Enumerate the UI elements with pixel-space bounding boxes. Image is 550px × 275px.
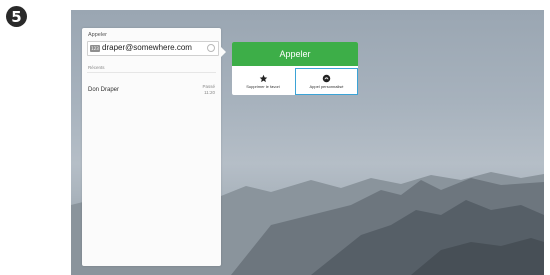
call-panel: Appeler 123 draper@somewhere.com Récents… (82, 28, 221, 266)
clear-icon[interactable] (207, 44, 215, 52)
contact-name: Don Draper (88, 87, 120, 93)
phone-settings-icon (322, 74, 331, 82)
search-field[interactable]: 123 draper@somewhere.com (87, 41, 219, 56)
contact-actions-popup: Appeler Supprimer le favori Appel person… (232, 42, 358, 95)
device-screen: Appeler 123 draper@somewhere.com Récents… (71, 10, 544, 275)
custom-call-button[interactable]: Appel personnalisé (295, 68, 358, 95)
keyboard-icon[interactable]: 123 (90, 45, 100, 52)
step-number-badge: 5 (6, 6, 27, 27)
call-button[interactable]: Appeler (232, 42, 358, 66)
remove-favorite-button[interactable]: Supprimer le favori (232, 68, 294, 95)
custom-call-label: Appel personnalisé (309, 83, 344, 89)
popup-pointer (221, 47, 226, 57)
call-status: Passé 11:20 (202, 84, 215, 95)
remove-favorite-label: Supprimer le favori (246, 83, 280, 89)
section-divider (87, 72, 216, 73)
star-icon (259, 74, 267, 82)
search-input-value[interactable]: draper@somewhere.com (102, 43, 192, 52)
panel-title: Appeler (88, 32, 107, 38)
recents-section-label: Récents (88, 65, 105, 70)
